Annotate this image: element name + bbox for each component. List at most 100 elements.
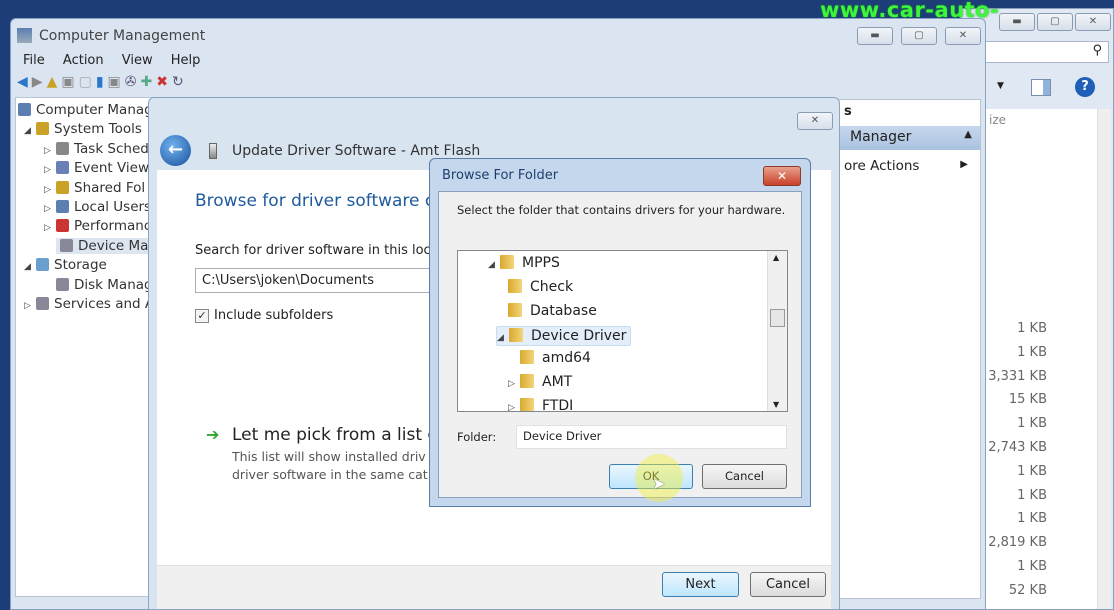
- expand-icon[interactable]: ▷: [44, 204, 56, 214]
- mouse-cursor-icon: ➤: [652, 474, 666, 493]
- maximize-button[interactable]: ▢: [901, 27, 937, 45]
- page-heading: Browse for driver software c: [195, 191, 435, 211]
- file-size: 15 KB: [1008, 392, 1047, 408]
- folder-tree: ▷ FTDI ▷ AMT amd64 ◢ Device Driver Database Chec…: [457, 250, 788, 412]
- menu-action[interactable]: Action: [63, 53, 104, 68]
- scrollbar[interactable]: [1097, 109, 1111, 609]
- tree-item-label: Task Sched: [74, 140, 149, 157]
- scan-icon[interactable]: ✇: [125, 74, 141, 90]
- preview-pane-icon[interactable]: [1031, 79, 1051, 96]
- menu-help[interactable]: Help: [171, 53, 201, 68]
- wizard-footer: Next Cancel: [157, 565, 831, 609]
- ok-button[interactable]: OK: [609, 464, 693, 489]
- expand-icon[interactable]: ▷: [44, 165, 56, 175]
- include-subfolders-checkbox[interactable]: ✓: [195, 309, 209, 323]
- folder-icon: [508, 302, 522, 317]
- folder-item[interactable]: ◢ MPPS: [488, 255, 560, 271]
- tree-item[interactable]: ▷ Shared Fol: [44, 180, 145, 196]
- expand-icon[interactable]: ▷: [44, 223, 56, 233]
- file-size: 2,743 KB: [988, 440, 1047, 455]
- tree-item[interactable]: ▷ Local Users: [44, 199, 151, 215]
- expand-icon[interactable]: ▷: [24, 301, 36, 311]
- properties-icon[interactable]: ▢: [79, 74, 96, 90]
- back-icon[interactable]: ◀: [17, 74, 32, 90]
- forward-icon[interactable]: ▶: [32, 74, 47, 90]
- folder-icon: [520, 374, 534, 388]
- folder-input[interactable]: Device Driver: [516, 425, 787, 449]
- menu-view[interactable]: View: [122, 53, 153, 68]
- expand-icon[interactable]: ▷: [44, 185, 56, 195]
- file-size: 1 KB: [1017, 321, 1047, 336]
- expand-icon[interactable]: ▷: [508, 403, 520, 411]
- close-button[interactable]: ✕: [797, 112, 833, 130]
- folder-item[interactable]: Database: [508, 302, 597, 319]
- tree-item[interactable]: Device Mar: [56, 237, 158, 254]
- include-subfolders-label: Include subfolders: [214, 308, 334, 323]
- tree-item[interactable]: ◢ Storage: [24, 257, 107, 273]
- file-size: 2,819 KB: [988, 535, 1047, 551]
- tree-node-icon: [36, 297, 49, 310]
- tree-item[interactable]: ▷ Task Sched: [44, 141, 149, 157]
- help-icon[interactable]: ?: [1075, 77, 1095, 97]
- scroll-thumb[interactable]: [770, 309, 785, 327]
- tree-item-label: Services and A: [54, 296, 155, 312]
- uninstall-icon[interactable]: ✖: [156, 74, 172, 90]
- expand-icon[interactable]: ◢: [488, 260, 500, 270]
- tree-item[interactable]: Disk Manag: [56, 277, 153, 293]
- file-list: ize 1 KB 1 KB 3,331 KB 15 KB 1 KB 2,743 KB 1 K…: [985, 109, 1097, 609]
- size-column-header[interactable]: ize: [989, 113, 1006, 127]
- tree-item-label: Local Users: [74, 199, 152, 215]
- file-size: 1 KB: [1017, 416, 1047, 432]
- menu-file[interactable]: File: [23, 53, 45, 68]
- back-arrow-icon[interactable]: ←: [160, 135, 191, 166]
- tree-item[interactable]: ▷ Performanc: [44, 218, 151, 234]
- cancel-button[interactable]: Cancel: [750, 572, 826, 597]
- close-button[interactable]: ✕: [945, 27, 981, 45]
- folder-item[interactable]: ▷ FTDI: [508, 397, 573, 411]
- action-pane-icon[interactable]: ▣: [108, 74, 125, 90]
- update-driver-icon[interactable]: ✚: [141, 74, 157, 90]
- pick-from-list-link[interactable]: Let me pick from a list c: [232, 425, 437, 445]
- folder-item[interactable]: Check: [508, 278, 573, 295]
- up-folder-icon[interactable]: ▲: [47, 74, 62, 90]
- folder-icon: [509, 328, 523, 343]
- next-button[interactable]: Next: [662, 572, 739, 597]
- tree-item[interactable]: ▷ Services and A: [24, 296, 154, 312]
- enable-icon[interactable]: ↻: [172, 74, 188, 90]
- tree-scrollbar[interactable]: ▲ ▼: [767, 251, 787, 411]
- close-button[interactable]: ✕: [763, 166, 801, 186]
- tree-item-label: System Tools: [54, 121, 142, 138]
- folder-item-label: AMT: [542, 374, 573, 390]
- tree-item[interactable]: ▷ Event View: [44, 160, 149, 176]
- scroll-up-icon[interactable]: ▲: [773, 253, 779, 262]
- folder-item[interactable]: ▷ AMT: [508, 374, 572, 390]
- menu-bar: File Action View Help: [23, 53, 214, 68]
- dialog-title: Browse For Folder: [442, 168, 559, 183]
- expand-icon[interactable]: ◢: [24, 126, 36, 136]
- tree-node-icon: [56, 219, 69, 233]
- expand-icon[interactable]: ◢: [497, 333, 509, 343]
- tree-item[interactable]: Computer Manag: [18, 102, 153, 118]
- folder-item[interactable]: amd64: [520, 350, 591, 366]
- folder-item[interactable]: ◢ Device Driver: [496, 326, 632, 347]
- folder-icon: [520, 397, 534, 411]
- cancel-button[interactable]: Cancel: [702, 464, 787, 489]
- expand-icon[interactable]: ◢: [24, 262, 36, 272]
- help-icon[interactable]: ▮: [96, 74, 108, 90]
- tree-item[interactable]: ◢ System Tools: [24, 121, 142, 137]
- tree-item-label: Shared Fol: [74, 179, 146, 196]
- dropdown-arrow-icon[interactable]: ▼: [997, 81, 1004, 91]
- expand-icon[interactable]: ▷: [508, 379, 520, 389]
- file-size: 3,331 KB: [988, 368, 1047, 384]
- folder-item-label: MPPS: [522, 255, 560, 271]
- minimize-button[interactable]: ▬: [857, 27, 893, 45]
- show-hide-tree-icon[interactable]: ▣: [61, 74, 78, 90]
- scroll-down-icon[interactable]: ▼: [773, 400, 779, 409]
- tree-node-icon: [56, 161, 69, 175]
- file-size: 1 KB: [1017, 487, 1047, 503]
- search-label: Search for driver software in this loc: [195, 243, 431, 258]
- pick-description-line1: This list will show installed driv: [232, 449, 426, 464]
- folder-item-label: amd64: [542, 350, 591, 367]
- tree-node-icon: [56, 200, 69, 213]
- expand-icon[interactable]: ▷: [44, 146, 56, 156]
